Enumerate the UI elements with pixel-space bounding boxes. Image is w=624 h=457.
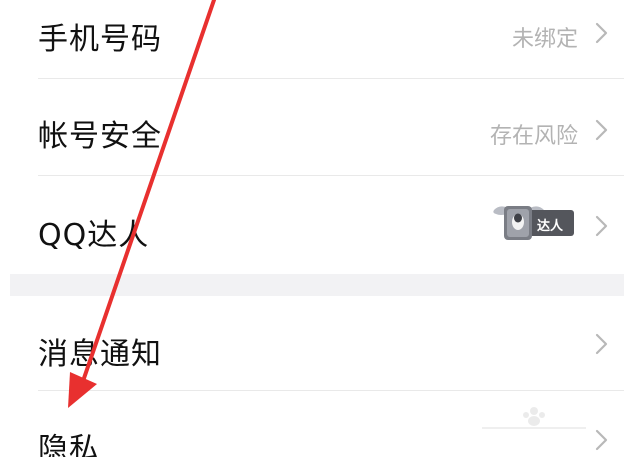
badge-label: 达人 [537,219,564,234]
chevron-right-icon [595,22,608,44]
section-gap [10,274,624,296]
row-value: 存在风险 [489,124,578,149]
chevron-right-icon [595,333,608,355]
row-label: 帐号安全 [38,119,162,154]
settings-row-notifications[interactable]: 消息通知 [0,296,624,390]
settings-row-phone[interactable]: 手机号码 未绑定 [0,0,624,78]
settings-row-qq-talent[interactable]: QQ达人 达人 [0,176,624,272]
row-value: 未绑定 [511,27,578,52]
chevron-right-icon [595,119,608,141]
chevron-right-icon [595,215,608,237]
row-label: 隐私 [38,432,100,457]
chevron-right-icon [595,429,608,451]
row-label: 手机号码 [38,22,162,57]
row-label: 消息通知 [38,337,162,372]
settings-row-account-security[interactable]: 帐号安全 存在风险 [0,79,624,175]
row-label: QQ达人 [38,218,150,253]
settings-screen: 手机号码 未绑定 帐号安全 存在风险 QQ达人 达人 消息通知 隐私 [0,0,624,457]
qq-talent-badge-icon [493,206,574,240]
watermark-logo [482,407,586,429]
qq-talent-badge: 达人 [490,200,578,244]
